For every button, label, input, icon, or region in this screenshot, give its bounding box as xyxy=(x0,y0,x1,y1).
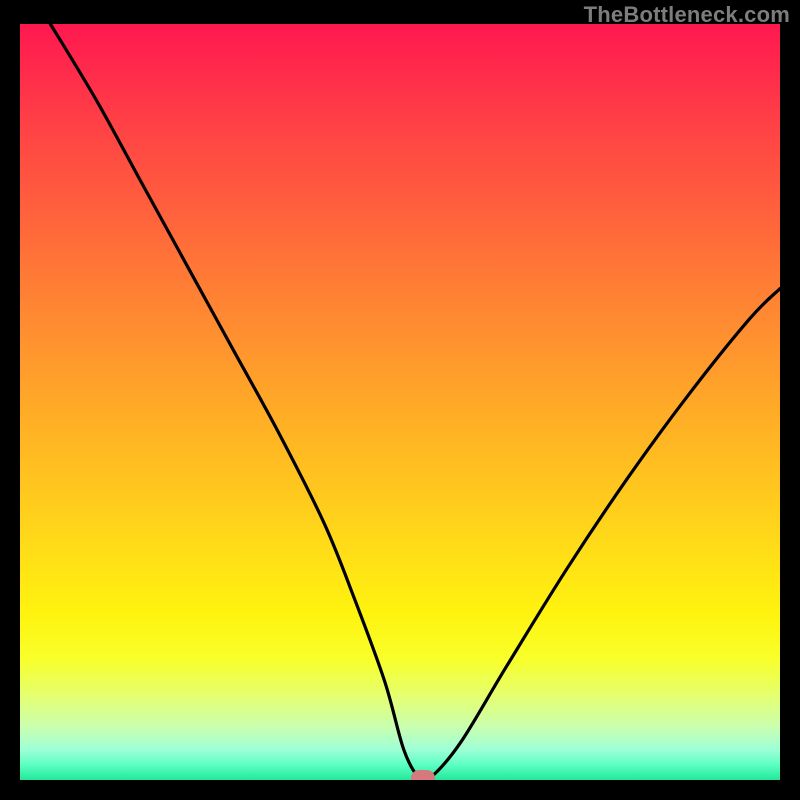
chart-container: TheBottleneck.com xyxy=(0,0,800,800)
curve-svg xyxy=(20,24,780,780)
watermark-text: TheBottleneck.com xyxy=(584,2,790,28)
bottleneck-curve xyxy=(50,24,780,780)
plot-area xyxy=(20,24,780,780)
optimum-marker xyxy=(411,770,435,780)
